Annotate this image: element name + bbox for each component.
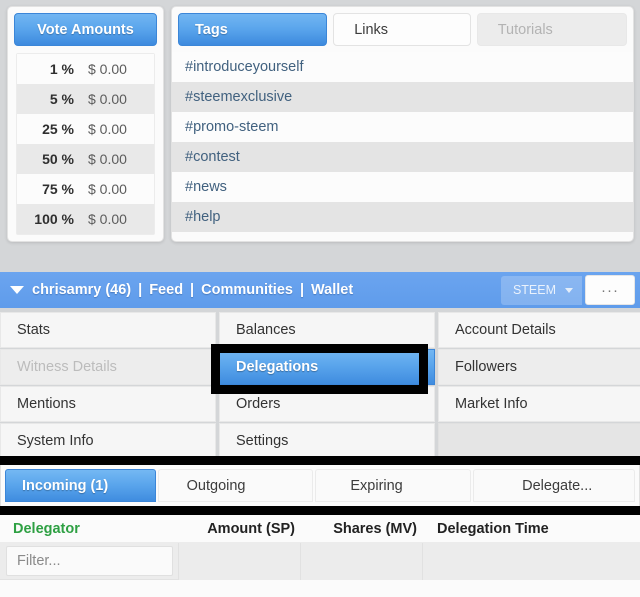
vote-amount: $ 0.00 — [88, 121, 127, 137]
nav-separator: | — [190, 282, 195, 298]
vote-percent: 75 % — [42, 181, 74, 197]
vote-row: 25 % $ 0.00 — [17, 114, 154, 144]
menu-item-mentions[interactable]: Mentions — [0, 386, 216, 422]
table-header-row: Delegator Amount (SP) Shares (MV) Delega… — [0, 515, 640, 543]
tab-outgoing[interactable]: Outgoing — [157, 469, 314, 502]
column-header-amount[interactable]: Amount (SP) — [190, 521, 295, 537]
caret-down-icon[interactable] — [10, 286, 24, 294]
column-header-delegation-time[interactable]: Delegation Time — [417, 521, 640, 537]
vote-row: 75 % $ 0.00 — [17, 174, 154, 204]
list-item[interactable]: #contest — [172, 142, 633, 172]
list-item[interactable]: #introduceyourself — [172, 52, 633, 82]
menu-item-stats[interactable]: Stats — [0, 312, 216, 348]
nav-separator: | — [138, 282, 143, 298]
tags-tabrow: Tags Links Tutorials — [172, 7, 633, 46]
vote-amounts-list: 1 % $ 0.00 5 % $ 0.00 25 % $ 0.00 50 % $… — [16, 53, 155, 235]
menu-item-market-info[interactable]: Market Info — [438, 386, 640, 422]
tab-expiring[interactable]: Expiring — [315, 469, 472, 502]
vote-percent: 100 % — [34, 211, 74, 227]
vote-amount: $ 0.00 — [88, 91, 127, 107]
column-header-delegator[interactable]: Delegator — [0, 521, 190, 537]
annotation-bar-top — [0, 456, 640, 465]
menu-item-system-info[interactable]: System Info — [0, 423, 216, 459]
annotation-bar-bottom — [0, 506, 640, 515]
menu-item-account-details[interactable]: Account Details — [438, 312, 640, 348]
vote-percent: 5 % — [49, 91, 74, 107]
tab-vote-amounts[interactable]: Vote Amounts — [14, 13, 157, 46]
tab-incoming[interactable]: Incoming (1) — [5, 469, 156, 502]
chain-selector[interactable]: STEEM — [500, 275, 582, 305]
vote-row: 1 % $ 0.00 — [17, 54, 154, 84]
nav-separator: | — [299, 282, 305, 298]
list-item[interactable]: #news — [172, 172, 633, 202]
vote-amounts-tabrow: Vote Amounts — [8, 7, 163, 46]
vote-amount: $ 0.00 — [88, 211, 127, 227]
menu-item-settings[interactable]: Settings — [219, 423, 435, 459]
delegations-tabrow: Incoming (1) Outgoing Expiring Delegate.… — [1, 465, 639, 502]
menu-item-orders[interactable]: Orders — [219, 386, 435, 422]
list-item[interactable]: #help — [172, 202, 633, 232]
tab-delegate[interactable]: Delegate... — [473, 469, 635, 502]
vote-amount: $ 0.00 — [88, 151, 127, 167]
nav-username[interactable]: chrisamry (46) — [32, 282, 131, 298]
vote-row: 5 % $ 0.00 — [17, 84, 154, 114]
vote-amount: $ 0.00 — [88, 61, 127, 77]
table-row — [0, 580, 640, 597]
vote-percent: 50 % — [42, 151, 74, 167]
vote-percent: 25 % — [42, 121, 74, 137]
top-widgets-area: Vote Amounts 1 % $ 0.00 5 % $ 0.00 25 % … — [0, 0, 640, 258]
more-menu-button[interactable]: ··· — [585, 275, 635, 305]
list-item[interactable]: #steemexclusive — [172, 82, 633, 112]
list-item[interactable]: #promo-steem — [172, 112, 633, 142]
tags-list: #introduceyourself #steemexclusive #prom… — [172, 52, 633, 232]
menu-item-empty — [438, 423, 640, 459]
delegations-table: Delegator Amount (SP) Shares (MV) Delega… — [0, 515, 640, 597]
account-menu-grid: Stats Balances Account Details Witness D… — [0, 312, 640, 459]
tab-tutorials: Tutorials — [476, 13, 627, 46]
chevron-down-icon — [565, 287, 573, 293]
column-header-shares[interactable]: Shares (MV) — [295, 521, 417, 537]
table-filter-row: Filter... — [0, 542, 640, 580]
vote-amounts-panel: Vote Amounts 1 % $ 0.00 5 % $ 0.00 25 % … — [7, 6, 164, 242]
filter-cell-amount[interactable] — [178, 542, 300, 580]
nav-link-feed[interactable]: Feed — [149, 282, 183, 298]
filter-input-delegator[interactable]: Filter... — [6, 546, 173, 576]
account-navbar: chrisamry (46) | Feed | Communities | Wallet S… — [0, 272, 640, 308]
menu-item-balances[interactable]: Balances — [219, 312, 435, 348]
tab-links[interactable]: Links — [333, 13, 471, 46]
vote-percent: 1 % — [49, 61, 74, 77]
menu-item-delegations[interactable]: Delegations — [219, 349, 435, 385]
filter-cell-shares[interactable] — [300, 542, 422, 580]
tab-tags[interactable]: Tags — [178, 13, 328, 46]
menu-item-followers[interactable]: Followers — [438, 349, 640, 385]
vote-amount: $ 0.00 — [88, 181, 127, 197]
filter-cell-time[interactable] — [422, 542, 640, 580]
nav-link-communities[interactable]: Communities — [201, 282, 293, 298]
chain-label: STEEM — [512, 283, 556, 297]
nav-link-wallet[interactable]: Wallet — [311, 282, 353, 298]
tags-panel: Tags Links Tutorials #introduceyourself … — [171, 6, 634, 242]
vote-row: 100 % $ 0.00 — [17, 204, 154, 234]
menu-item-witness-details: Witness Details — [0, 349, 216, 385]
vote-row: 50 % $ 0.00 — [17, 144, 154, 174]
nav-links-group: chrisamry (46) | Feed | Communities | Wallet — [32, 282, 353, 298]
